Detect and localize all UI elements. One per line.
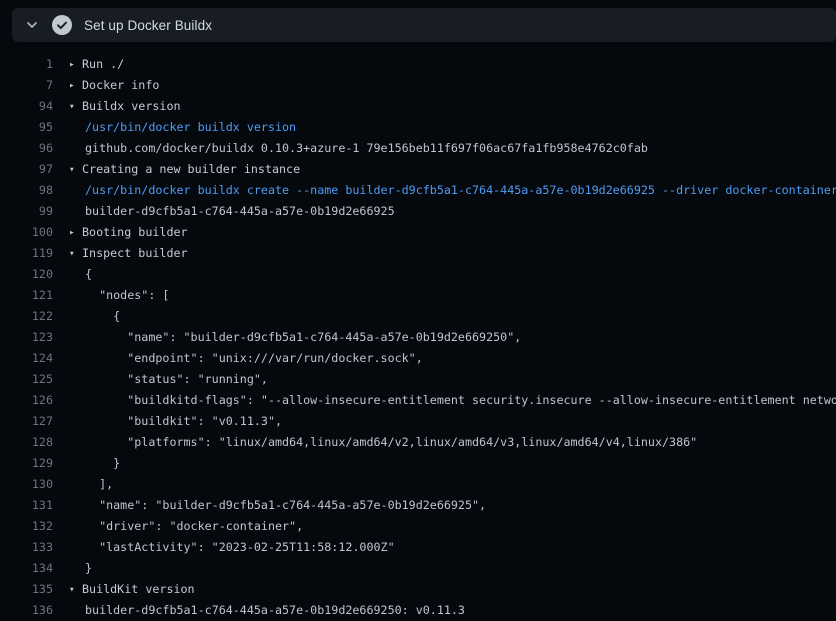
check-circle-icon <box>52 15 72 35</box>
group-title: Docker info <box>82 75 159 96</box>
line-number[interactable]: 128 <box>0 432 53 453</box>
log-line: 121 "nodes": [ <box>0 285 836 306</box>
log-group-row[interactable]: 97 ▾Creating a new builder instance <box>0 159 836 180</box>
log-line: 99 builder-d9cfb5a1-c764-445a-a57e-0b19d2… <box>0 201 836 222</box>
command-text: /usr/bin/docker buildx create --name bui… <box>85 180 836 201</box>
line-number[interactable]: 123 <box>0 327 53 348</box>
line-number[interactable]: 127 <box>0 411 53 432</box>
log-line: 127 "buildkit": "v0.11.3", <box>0 411 836 432</box>
line-number[interactable]: 131 <box>0 495 53 516</box>
log-line: 132 "driver": "docker-container", <box>0 516 836 537</box>
output-text: "driver": "docker-container", <box>85 516 303 537</box>
log-group-row[interactable]: 7 ▸Docker info <box>0 75 836 96</box>
group-title: Creating a new builder instance <box>82 159 300 180</box>
line-number[interactable]: 96 <box>0 138 53 159</box>
line-number[interactable]: 98 <box>0 180 53 201</box>
log-line: 133 "lastActivity": "2023-02-25T11:58:12… <box>0 537 836 558</box>
output-text: { <box>85 306 120 327</box>
line-number[interactable]: 136 <box>0 600 53 621</box>
group-title: Buildx version <box>82 96 181 117</box>
line-number[interactable]: 100 <box>0 222 53 243</box>
log-line: 123 "name": "builder-d9cfb5a1-c764-445a-… <box>0 327 836 348</box>
log-group-row[interactable]: 94 ▾Buildx version <box>0 96 836 117</box>
line-number[interactable]: 97 <box>0 159 53 180</box>
triangle-right-icon[interactable]: ▸ <box>69 222 82 243</box>
command-text: /usr/bin/docker buildx version <box>85 117 296 138</box>
group-title: BuildKit version <box>82 579 195 600</box>
line-number[interactable]: 124 <box>0 348 53 369</box>
triangle-right-icon[interactable]: ▸ <box>69 75 82 96</box>
step-header[interactable]: Set up Docker Buildx <box>12 8 836 42</box>
log-line: 95/usr/bin/docker buildx version <box>0 117 836 138</box>
output-text: "buildkitd-flags": "--allow-insecure-ent… <box>85 390 836 411</box>
output-text: "platforms": "linux/amd64,linux/amd64/v2… <box>85 432 697 453</box>
line-number[interactable]: 99 <box>0 201 53 222</box>
output-text: "endpoint": "unix:///var/run/docker.sock… <box>85 348 423 369</box>
chevron-down-icon[interactable] <box>24 17 40 33</box>
output-text: ], <box>85 474 113 495</box>
output-text: "lastActivity": "2023-02-25T11:58:12.000… <box>85 537 395 558</box>
line-number[interactable]: 130 <box>0 474 53 495</box>
output-text: } <box>85 453 120 474</box>
output-text: builder-d9cfb5a1-c764-445a-a57e-0b19d2e6… <box>85 201 395 222</box>
line-number[interactable]: 134 <box>0 558 53 579</box>
log-line: 129 } <box>0 453 836 474</box>
log-line: 130 ], <box>0 474 836 495</box>
log-line: 122 { <box>0 306 836 327</box>
line-number[interactable]: 126 <box>0 390 53 411</box>
group-title: Inspect builder <box>82 243 188 264</box>
group-title: Run ./ <box>82 54 124 75</box>
log-group-row[interactable]: 135 ▾BuildKit version <box>0 579 836 600</box>
log-line: 126 "buildkitd-flags": "--allow-insecure… <box>0 390 836 411</box>
triangle-down-icon[interactable]: ▾ <box>69 579 82 600</box>
triangle-down-icon[interactable]: ▾ <box>69 243 82 264</box>
line-number[interactable]: 133 <box>0 537 53 558</box>
output-text: builder-d9cfb5a1-c764-445a-a57e-0b19d2e6… <box>85 600 465 621</box>
log-group-row[interactable]: 1 ▸Run ./ <box>0 54 836 75</box>
output-text: { <box>85 264 92 285</box>
group-title: Booting builder <box>82 222 188 243</box>
output-text: "buildkit": "v0.11.3", <box>85 411 282 432</box>
log-line: 124 "endpoint": "unix:///var/run/docker.… <box>0 348 836 369</box>
output-text: "status": "running", <box>85 369 268 390</box>
log-line: 134} <box>0 558 836 579</box>
log-group-row[interactable]: 119 ▾Inspect builder <box>0 243 836 264</box>
output-text: github.com/docker/buildx 0.10.3+azure-1 … <box>85 138 648 159</box>
log-line: 131 "name": "builder-d9cfb5a1-c764-445a-… <box>0 495 836 516</box>
line-number[interactable]: 94 <box>0 96 53 117</box>
log-group-row[interactable]: 100 ▸Booting builder <box>0 222 836 243</box>
line-number[interactable]: 129 <box>0 453 53 474</box>
output-text: "name": "builder-d9cfb5a1-c764-445a-a57e… <box>85 495 486 516</box>
log-line: 125 "status": "running", <box>0 369 836 390</box>
log-line: 128 "platforms": "linux/amd64,linux/amd6… <box>0 432 836 453</box>
triangle-down-icon[interactable]: ▾ <box>69 96 82 117</box>
log-line: 98/usr/bin/docker buildx create --name b… <box>0 180 836 201</box>
log-viewer: 1▸Run ./7▸Docker info94▾Buildx version95… <box>0 42 836 621</box>
line-number[interactable]: 120 <box>0 264 53 285</box>
log-line: 96 github.com/docker/buildx 0.10.3+azure-… <box>0 138 836 159</box>
line-number[interactable]: 1 <box>0 54 53 75</box>
output-text: "nodes": [ <box>85 285 169 306</box>
output-text: } <box>85 558 92 579</box>
line-number[interactable]: 7 <box>0 75 53 96</box>
step-title: Set up Docker Buildx <box>84 18 212 33</box>
line-number[interactable]: 135 <box>0 579 53 600</box>
triangle-right-icon[interactable]: ▸ <box>69 54 82 75</box>
log-line: 120 { <box>0 264 836 285</box>
line-number[interactable]: 121 <box>0 285 53 306</box>
log-line: 136 builder-d9cfb5a1-c764-445a-a57e-0b19d… <box>0 600 836 621</box>
line-number[interactable]: 125 <box>0 369 53 390</box>
triangle-down-icon[interactable]: ▾ <box>69 159 82 180</box>
line-number[interactable]: 95 <box>0 117 53 138</box>
output-text: "name": "builder-d9cfb5a1-c764-445a-a57e… <box>85 327 521 348</box>
line-number[interactable]: 132 <box>0 516 53 537</box>
line-number[interactable]: 119 <box>0 243 53 264</box>
line-number[interactable]: 122 <box>0 306 53 327</box>
